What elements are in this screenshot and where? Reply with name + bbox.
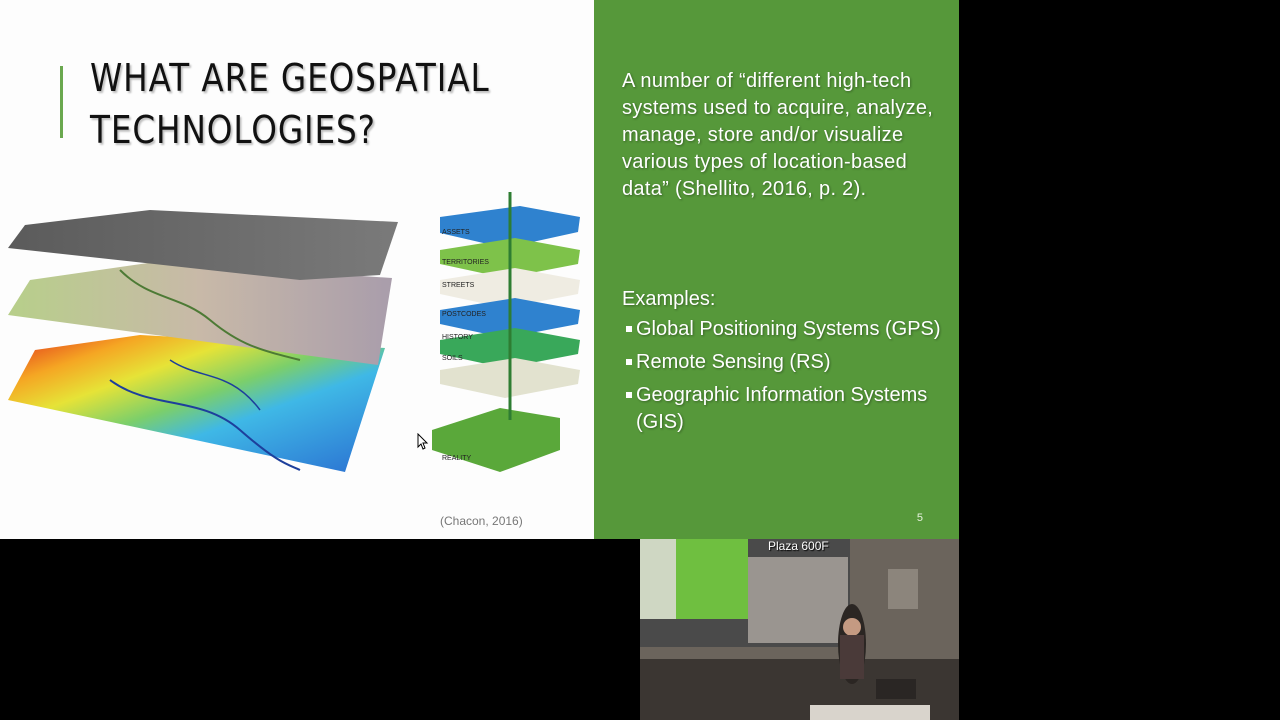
slide-right-pane: A number of “different high-tech systems… [594, 0, 959, 539]
examples-list: Global Positioning Systems (GPS) Remote … [624, 316, 944, 442]
square-bullet-icon [626, 359, 632, 365]
slide-left-pane: WHAT ARE GEOSPATIAL TECHNOLOGIES? ASSETS… [0, 0, 594, 539]
slide-number: 5 [916, 512, 923, 524]
room-label: Plaza 600F [768, 539, 829, 553]
title-accent-bar [60, 66, 63, 138]
examples-heading: Examples: [622, 288, 716, 310]
definition-text: A number of “different high-tech systems… [622, 70, 934, 200]
layer-label-history: HISTORY [442, 334, 473, 341]
gis-layers-illustration: ASSETS TERRITORIES STREETS POSTCODES HIS… [8, 192, 580, 472]
square-bullet-icon [626, 392, 632, 398]
webcam-feed: Plaza 600F [640, 539, 959, 720]
layer-label-assets: ASSETS [442, 229, 470, 236]
image-citation: (Chacon, 2016) [440, 514, 523, 528]
layer-label-postcodes: POSTCODES [442, 311, 486, 318]
square-bullet-icon [626, 326, 632, 332]
mouse-cursor-icon [417, 433, 429, 450]
slide-title: WHAT ARE GEOSPATIAL TECHNOLOGIES? [90, 56, 490, 152]
list-item: Global Positioning Systems (GPS) [624, 316, 944, 343]
list-item: Remote Sensing (RS) [624, 349, 944, 376]
webcam-scene-image [640, 539, 959, 720]
presentation-slide: WHAT ARE GEOSPATIAL TECHNOLOGIES? ASSETS… [0, 0, 959, 539]
layer-label-soils: SOILS [442, 355, 463, 362]
layer-label-streets: STREETS [442, 282, 475, 289]
list-item: Geographic Information Systems (GIS) [624, 382, 944, 436]
layer-label-reality: REALITY [442, 455, 472, 462]
layer-label-territories: TERRITORIES [442, 259, 489, 266]
